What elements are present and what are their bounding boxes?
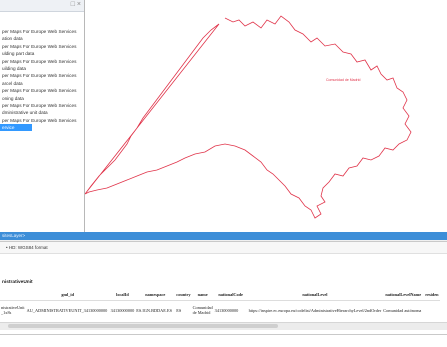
column-header[interactable]: gml_id bbox=[25, 289, 110, 301]
table-cell: https://inspire.ec.europa.eu/codelist/Ad… bbox=[248, 307, 382, 313]
layer-item[interactable]: per Maps For Europe Web Services bbox=[0, 28, 84, 35]
layer-item[interactable]: per Maps For Europe Web Services bbox=[0, 102, 84, 109]
results-panel: • HD: WGS84 format nistrativeUnit gml_id… bbox=[0, 241, 447, 334]
column-header[interactable]: name bbox=[191, 289, 214, 301]
horizontal-scrollbar[interactable] bbox=[0, 322, 447, 330]
column-header[interactable]: nationalLevelName bbox=[382, 289, 425, 301]
bottom-panel bbox=[0, 334, 447, 347]
map-svg bbox=[84, 15, 412, 219]
column-header[interactable]: namespace bbox=[135, 289, 176, 301]
column-header[interactable] bbox=[0, 289, 26, 301]
layer-panel: □ × per Maps For Europe Web Services atio… bbox=[0, 0, 85, 232]
scrollbar-thumb[interactable] bbox=[8, 324, 278, 328]
region-boundary bbox=[84, 15, 412, 219]
table-cell: Comunidad autónoma bbox=[383, 307, 422, 313]
column-header[interactable]: nationalCode bbox=[213, 289, 248, 301]
column-header[interactable]: localId bbox=[109, 289, 136, 301]
layer-item[interactable]: uilding data bbox=[0, 65, 84, 72]
results-table: gml_id localId namespace country name nationa… bbox=[0, 289, 440, 319]
layer-item[interactable]: per Maps For Europe Web Services bbox=[0, 87, 84, 94]
map-canvas[interactable]: Comunidad de Madrid bbox=[84, 0, 447, 232]
table-cell: nistrativeUnit _1x8s bbox=[1, 305, 25, 315]
layer-item[interactable]: ervice bbox=[0, 124, 32, 132]
layer-item[interactable]: arcel data bbox=[0, 80, 84, 87]
panel-controls-icon[interactable]: □ × bbox=[71, 1, 81, 8]
map-region-label: Comunidad de Madrid bbox=[326, 78, 361, 82]
layer-item[interactable]: per Maps For Europe Web Services bbox=[0, 117, 84, 124]
layer-item[interactable]: dministrative unit data bbox=[0, 109, 84, 116]
results-toolbar: • HD: WGS84 format bbox=[0, 242, 447, 254]
results-section-title: nistrativeUnit bbox=[2, 280, 33, 285]
table-cell: 34130000000 bbox=[110, 307, 135, 313]
table-cell bbox=[424, 301, 439, 320]
table-cell: ES.IGN.BDDAE.ES bbox=[136, 307, 172, 313]
column-header[interactable]: nationalLevel bbox=[247, 289, 383, 301]
column-header[interactable]: residen bbox=[424, 289, 440, 301]
layer-item[interactable]: per Maps For Europe Web Services bbox=[0, 43, 84, 50]
layer-item[interactable]: per Maps For Europe Web Services bbox=[0, 72, 84, 79]
results-toolbar-text: • HD: WGS84 format bbox=[6, 245, 48, 250]
table-cell: 34130000000 bbox=[214, 307, 239, 313]
layer-item[interactable]: oning data bbox=[0, 95, 84, 102]
table-cell: ES bbox=[176, 307, 182, 313]
table-row[interactable]: nistrativeUnit _1x8s AU_ADMINISTRATIVEUNI… bbox=[0, 301, 440, 320]
layer-list: per Maps For Europe Web Services ation da… bbox=[0, 28, 84, 132]
results-header-row: gml_id localId namespace country name nationa… bbox=[0, 289, 440, 301]
layer-item[interactable]: ulding part data bbox=[0, 50, 84, 57]
layer-panel-header: □ × bbox=[0, 0, 84, 12]
layer-item[interactable]: ation data bbox=[0, 35, 84, 42]
table-cell: AU_ADMINISTRATIVEUNIT_34130000000 bbox=[26, 307, 108, 313]
table-cell: Comunidad de Madrid bbox=[192, 305, 213, 315]
status-bar: sitesLayer> bbox=[0, 232, 447, 240]
column-header[interactable]: country bbox=[175, 289, 192, 301]
layer-item[interactable]: per Maps For Europe Web Services bbox=[0, 58, 84, 65]
status-text: sitesLayer> bbox=[2, 233, 26, 238]
